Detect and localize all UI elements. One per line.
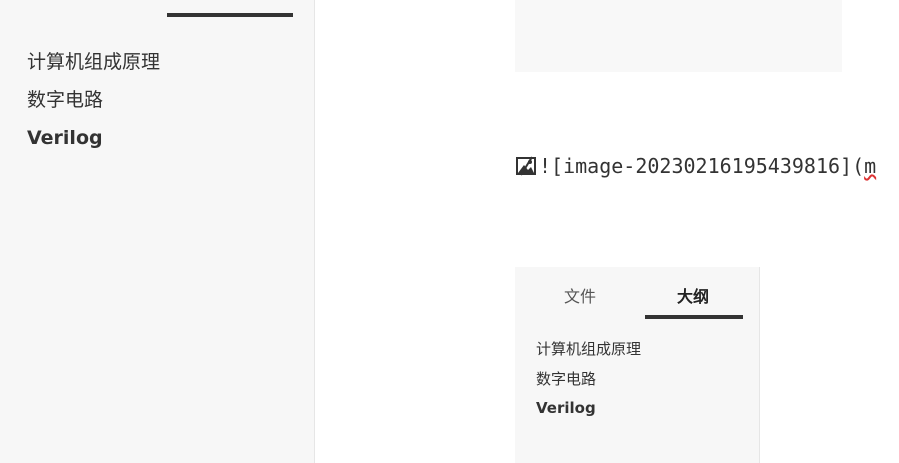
outline-list: 计算机组成原理 数字电路 Verilog bbox=[27, 43, 160, 157]
outline-item-verilog[interactable]: Verilog bbox=[27, 119, 160, 157]
markdown-image-text: ![image-20230216195439816]( bbox=[539, 154, 865, 178]
outline-item-computer-organization[interactable]: 计算机组成原理 bbox=[27, 43, 160, 81]
markdown-image-text-tail: m bbox=[864, 154, 877, 178]
embedded-tab-files: 文件 bbox=[564, 287, 597, 306]
markdown-image-source-line[interactable]: ![image-20230216195439816](m bbox=[516, 150, 876, 182]
outline-item-digital-circuits[interactable]: 数字电路 bbox=[27, 81, 160, 119]
embedded-tab-outline: 大纲 bbox=[677, 287, 710, 306]
editor-pane[interactable]: ![image-20230216195439816](m 文件 大纲 计算机组成… bbox=[315, 0, 899, 463]
embedded-outline-item: Verilog bbox=[536, 399, 596, 417]
embedded-sidebar-image: 文件 大纲 计算机组成原理 数字电路 Verilog bbox=[515, 267, 760, 463]
embedded-outline-list: 计算机组成原理 数字电路 Verilog bbox=[536, 335, 641, 424]
embedded-outline-item: 计算机组成原理 bbox=[536, 340, 642, 358]
embedded-active-tab-underline bbox=[645, 315, 743, 319]
outline-sidebar: 计算机组成原理 数字电路 Verilog bbox=[0, 0, 315, 463]
active-tab-underline bbox=[167, 13, 293, 17]
broken-image-icon bbox=[516, 153, 536, 176]
image-block-top bbox=[515, 0, 842, 72]
embedded-outline-item: 数字电路 bbox=[536, 369, 597, 388]
